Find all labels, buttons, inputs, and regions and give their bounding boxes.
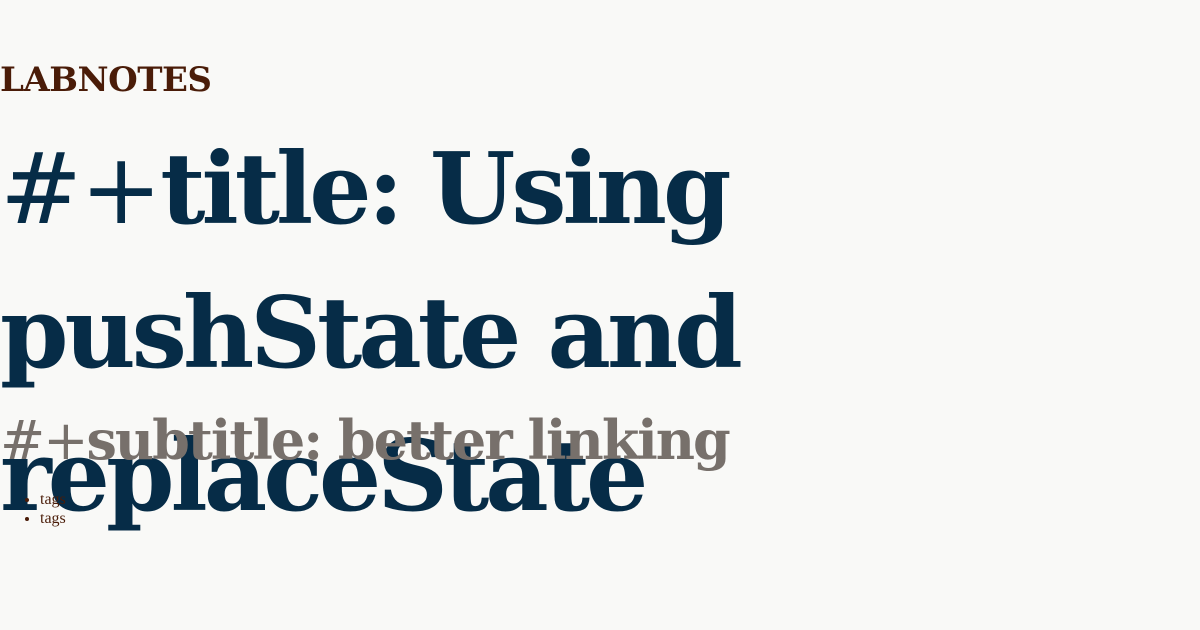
og-card: LABNOTES #+title: Using pushState and re… (0, 0, 1200, 630)
page-subtitle: #+subtitle: better linking (0, 405, 731, 476)
title-prefix: #+ (0, 133, 162, 247)
subtitle-prefix: #+ (0, 409, 88, 472)
tag-item: tags (40, 490, 66, 509)
tag-list: tags tags (0, 490, 66, 528)
site-brand: LABNOTES (0, 60, 212, 100)
subtitle-text: subtitle: better linking (86, 408, 731, 472)
tag-item: tags (40, 509, 66, 528)
page-title: #+title: Using pushState and replaceStat… (0, 118, 1200, 548)
